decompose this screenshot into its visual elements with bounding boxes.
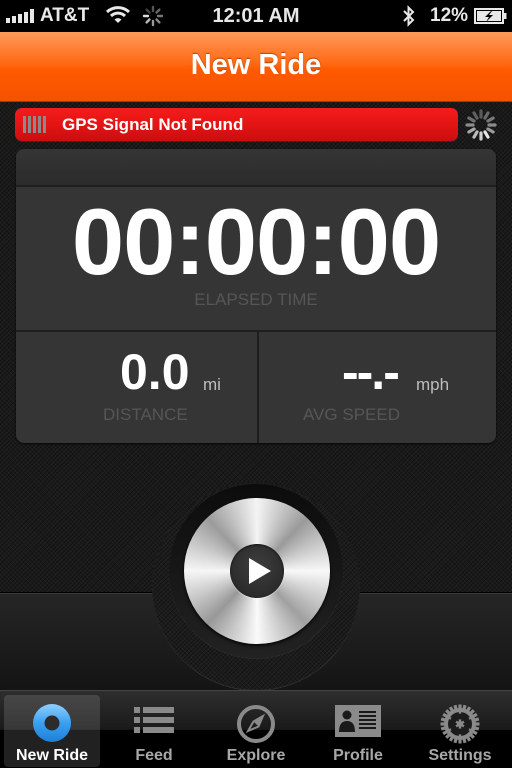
elapsed-time-label: ELAPSED TIME [194, 290, 318, 309]
play-icon [249, 558, 271, 584]
gps-status-text: GPS Signal Not Found [62, 115, 244, 134]
tab-profile[interactable]: Profile [310, 695, 406, 767]
distance-value: 0.0 [120, 344, 190, 400]
battery-charging-icon [474, 8, 507, 24]
tab-label: Settings [428, 747, 492, 764]
start-ride-button[interactable] [184, 498, 330, 644]
tab-explore[interactable]: Explore [208, 695, 304, 767]
tab-label: Explore [226, 747, 286, 764]
tab-label: Feed [135, 747, 173, 764]
bluetooth-icon [403, 5, 415, 27]
divider [257, 332, 259, 443]
elapsed-time-value: 00:00:00 [71, 189, 441, 294]
battery-percent: 12% [430, 5, 469, 26]
feed-list-icon [134, 707, 174, 733]
gps-status-banner: GPS Signal Not Found [15, 108, 458, 141]
tab-settings[interactable]: Settings [412, 695, 508, 767]
avg-speed-unit: mph [416, 375, 450, 394]
page-title: New Ride [190, 49, 322, 81]
distance-unit: mi [203, 375, 221, 394]
tab-label: New Ride [15, 747, 88, 764]
tab-feed[interactable]: Feed [106, 695, 202, 767]
divider [16, 330, 496, 332]
status-bar: AT&T 12:01 AM 12% [0, 0, 512, 32]
ride-stats-card: 00:00:00 ELAPSED TIME 0.0 mi DISTANCE --… [16, 149, 496, 443]
gps-loading-spinner-icon [465, 109, 497, 141]
compass-icon [237, 705, 275, 743]
card-header [16, 149, 496, 187]
avg-speed-value: --.- [342, 344, 400, 400]
gps-signal-icon [23, 116, 46, 133]
distance-label: DISTANCE [103, 405, 188, 424]
tab-new-ride[interactable]: New Ride [4, 695, 100, 767]
tab-label: Profile [333, 747, 383, 764]
tab-bar: New Ride Feed Explore Profile Settings [0, 690, 512, 768]
profile-card-icon [335, 705, 381, 737]
avg-speed-label: AVG SPEED [303, 405, 400, 424]
new-ride-icon [33, 704, 71, 742]
navigation-bar: New Ride [0, 32, 512, 102]
gear-icon [440, 704, 480, 744]
play-button-center [230, 544, 284, 598]
